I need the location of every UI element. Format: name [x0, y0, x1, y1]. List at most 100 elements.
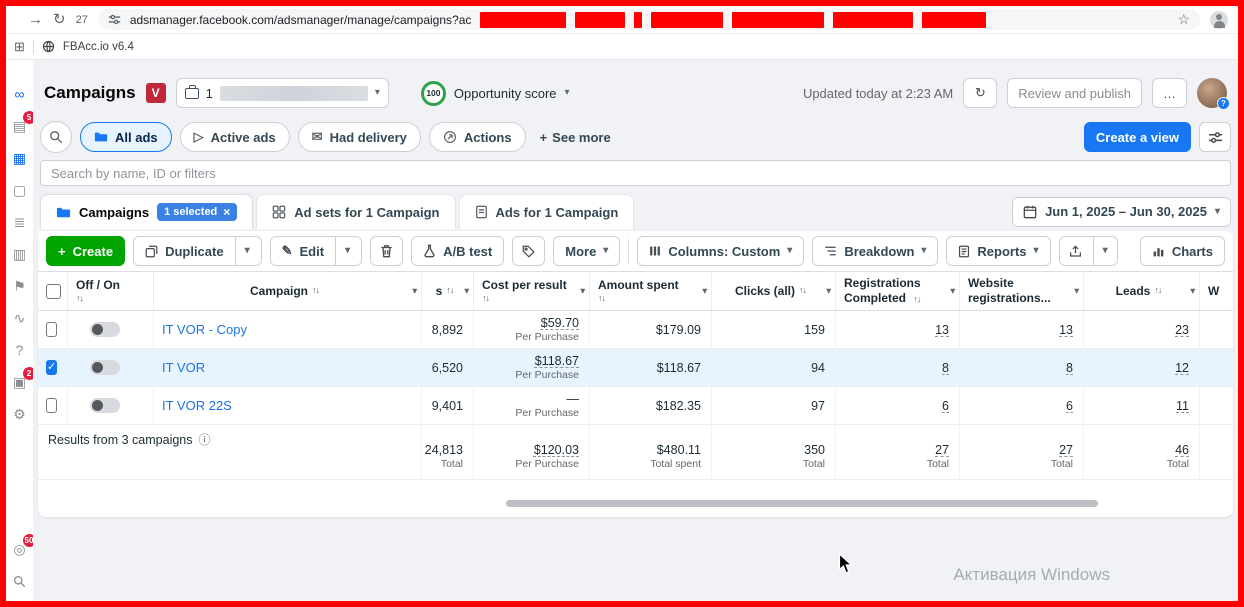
- export-button[interactable]: ▾: [1058, 236, 1118, 266]
- column-filter-caret[interactable]: ▾: [826, 285, 831, 296]
- charts-button[interactable]: Charts: [1139, 236, 1225, 266]
- tab-ads[interactable]: Ads for 1 Campaign: [458, 194, 635, 229]
- refresh-button[interactable]: ↻: [963, 78, 998, 108]
- search-filter-button[interactable]: [40, 121, 72, 153]
- see-more-button[interactable]: + See more: [534, 130, 617, 145]
- row-checkbox[interactable]: [46, 322, 57, 337]
- column-clicks[interactable]: Clicks (all) ↑↓ ▾: [712, 272, 836, 310]
- bookmark-star-icon[interactable]: ☆: [1177, 11, 1190, 28]
- search-input[interactable]: [40, 160, 1231, 186]
- ads-manager-icon[interactable]: ▦: [10, 148, 30, 168]
- column-amount-spent[interactable]: Amount spent ↑↓ ▾: [590, 272, 712, 310]
- chevron-down-icon[interactable]: ▾: [345, 246, 350, 256]
- reports-button[interactable]: Reports ▾: [946, 236, 1051, 266]
- date-range-picker[interactable]: Jun 1, 2025 – Jun 30, 2025 ▾: [1012, 196, 1231, 227]
- analytics-icon[interactable]: ∿: [10, 308, 30, 328]
- campaign-link[interactable]: IT VOR: [162, 360, 205, 375]
- info-icon[interactable]: ⓘ: [199, 433, 211, 447]
- inbox-icon[interactable]: ▣ 2: [10, 367, 36, 392]
- leads-value[interactable]: 12: [1175, 361, 1189, 375]
- breakdown-button[interactable]: Breakdown ▾: [812, 236, 939, 266]
- chevron-down-icon[interactable]: ▾: [245, 246, 250, 256]
- row-checkbox-cell: [38, 311, 68, 348]
- search-sidebar-icon[interactable]: [10, 571, 30, 591]
- tab-campaigns[interactable]: Campaigns 1 selected ×: [40, 194, 254, 229]
- column-filter-caret[interactable]: ▾: [412, 285, 417, 296]
- reload-icon[interactable]: ↻: [53, 12, 66, 27]
- flags-icon[interactable]: ⚑: [10, 276, 30, 296]
- leads-value[interactable]: 11: [1176, 399, 1189, 413]
- horizontal-scrollbar[interactable]: [506, 500, 1098, 507]
- redacted-block: [732, 11, 825, 28]
- column-filter-caret[interactable]: ▾: [1190, 285, 1195, 296]
- column-registrations[interactable]: Registrations Completed ↑↓ ▾: [836, 272, 960, 310]
- website-value[interactable]: 8: [1066, 361, 1073, 375]
- column-leads[interactable]: Leads ↑↓ ▾: [1084, 272, 1200, 310]
- column-results-partial[interactable]: s ↑↓ ▾: [422, 272, 474, 310]
- select-all-checkbox[interactable]: [46, 283, 61, 299]
- browser-profile-icon[interactable]: [1210, 10, 1228, 29]
- registrations-value[interactable]: 6: [942, 399, 949, 413]
- tab-adsets[interactable]: Ad sets for 1 Campaign: [256, 194, 456, 229]
- delete-button[interactable]: [370, 236, 404, 266]
- column-filter-caret[interactable]: ▾: [950, 285, 955, 296]
- column-website-registrations[interactable]: Website registrations... ▾: [960, 272, 1084, 310]
- apps-grid-icon[interactable]: ⊞: [14, 39, 25, 55]
- account-selector[interactable]: 1 ▾: [175, 78, 389, 108]
- column-filter-caret[interactable]: ▾: [464, 285, 469, 296]
- pages-icon[interactable]: ▢: [10, 180, 30, 200]
- cost-value[interactable]: $59.70: [541, 316, 579, 330]
- row-checkbox[interactable]: ✓: [46, 360, 58, 375]
- duplicate-button[interactable]: Duplicate ▾: [133, 236, 262, 266]
- url-bar[interactable]: adsmanager.facebook.com/adsmanager/manag…: [97, 9, 1200, 30]
- filter-had-delivery[interactable]: ✉ Had delivery: [297, 122, 421, 152]
- registrations-value[interactable]: 8: [942, 361, 949, 375]
- avatar[interactable]: ?: [1197, 78, 1230, 110]
- campaign-toggle[interactable]: [90, 322, 120, 337]
- more-options-button[interactable]: …: [1152, 78, 1187, 108]
- filter-active-ads[interactable]: ▷ Active ads: [179, 122, 290, 152]
- assets-icon[interactable]: ▥: [10, 244, 30, 264]
- cost-value[interactable]: $118.67: [535, 354, 579, 368]
- create-button[interactable]: + Create: [46, 236, 126, 266]
- create-view-button[interactable]: Create a view: [1083, 122, 1191, 152]
- review-publish-button[interactable]: Review and publish: [1007, 78, 1142, 108]
- settings-icon[interactable]: ⚙: [10, 404, 30, 424]
- campaign-link[interactable]: IT VOR 22S: [162, 398, 232, 413]
- column-filter-caret[interactable]: ▾: [580, 285, 585, 296]
- columns-button[interactable]: Columns: Custom ▾: [637, 236, 805, 266]
- counter-icon[interactable]: ◎ 50: [10, 534, 36, 559]
- view-settings-button[interactable]: [1199, 122, 1231, 152]
- notifications-icon[interactable]: ▤ 5: [10, 111, 36, 136]
- meta-icon[interactable]: ∞: [10, 84, 30, 104]
- leads-value[interactable]: 23: [1175, 323, 1189, 337]
- campaign-toggle[interactable]: [90, 360, 120, 375]
- website-value[interactable]: 6: [1066, 399, 1073, 413]
- filter-all-ads[interactable]: All ads: [80, 122, 172, 152]
- site-info-icon[interactable]: [108, 13, 121, 26]
- chevron-down-icon[interactable]: ▾: [375, 88, 380, 98]
- column-campaign[interactable]: Campaign ↑↓ ▾: [154, 272, 422, 310]
- play-icon: ▷: [193, 129, 204, 144]
- chevron-down-icon[interactable]: ▾: [1103, 246, 1108, 256]
- campaign-toggle[interactable]: [90, 398, 120, 413]
- clear-selection-button[interactable]: ×: [223, 206, 230, 218]
- chevron-down-icon[interactable]: ▾: [565, 88, 570, 98]
- ab-test-button[interactable]: A/B test: [411, 236, 505, 266]
- registrations-value[interactable]: 13: [935, 323, 949, 337]
- column-off-on[interactable]: Off / On ↑↓: [68, 272, 154, 310]
- filter-actions[interactable]: Actions: [428, 122, 526, 152]
- lists-icon[interactable]: ≣: [10, 212, 30, 232]
- column-filter-caret[interactable]: ▾: [702, 285, 707, 296]
- campaign-link[interactable]: IT VOR - Copy: [162, 322, 247, 337]
- website-value[interactable]: 13: [1059, 323, 1073, 337]
- column-filter-caret[interactable]: ▾: [1074, 285, 1079, 296]
- row-checkbox[interactable]: [46, 398, 57, 413]
- column-cost-per-result[interactable]: Cost per result ↑↓ ▾: [474, 272, 590, 310]
- help-icon[interactable]: ?: [10, 340, 30, 360]
- tag-button[interactable]: [512, 236, 546, 266]
- edit-button[interactable]: ✎ Edit ▾: [269, 236, 363, 266]
- opportunity-score[interactable]: 100 Opportunity score ▾: [420, 80, 570, 106]
- forward-icon[interactable]: →: [28, 12, 43, 27]
- more-button[interactable]: More ▾: [553, 236, 621, 266]
